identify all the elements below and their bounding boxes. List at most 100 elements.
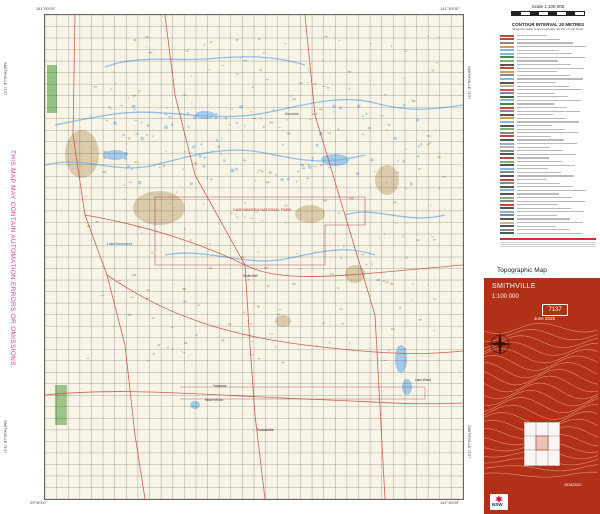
dune-mark bbox=[433, 238, 436, 241]
map-sheet: THIS MAP MAY CONTAIN AUTOMATION ERRORS O… bbox=[0, 0, 600, 514]
dune-mark bbox=[431, 69, 434, 72]
legend-text-line bbox=[517, 222, 583, 224]
claypan bbox=[280, 178, 284, 182]
dune-mark bbox=[275, 174, 277, 177]
dune-mark bbox=[239, 266, 243, 268]
dune-mark bbox=[302, 167, 306, 170]
dune-mark bbox=[350, 197, 354, 200]
dune-mark bbox=[221, 64, 225, 66]
claypan bbox=[220, 137, 223, 140]
dune-mark bbox=[391, 328, 395, 331]
claypan bbox=[104, 150, 107, 153]
legend-text-line bbox=[517, 128, 565, 130]
claypan bbox=[214, 115, 218, 119]
dune-mark bbox=[329, 273, 334, 275]
label-kooroolia: Kooroolia bbox=[285, 112, 299, 116]
corner-label-top-left: 141°00'00" bbox=[36, 6, 56, 11]
dune-mark bbox=[411, 100, 416, 102]
dune-mark bbox=[170, 326, 174, 328]
dune-mark bbox=[86, 357, 90, 359]
dune-mark bbox=[265, 181, 270, 184]
dune-mark bbox=[269, 121, 274, 124]
claypan bbox=[235, 167, 238, 171]
legend-text-line bbox=[517, 214, 557, 217]
legend-swatch bbox=[500, 131, 514, 134]
legend-text-line bbox=[517, 218, 570, 220]
legend-text-line bbox=[517, 164, 575, 166]
claypan bbox=[338, 106, 342, 110]
claypan bbox=[113, 120, 117, 125]
legend-text-line bbox=[517, 53, 572, 55]
corner-label-top-right: 141°30'00" bbox=[440, 6, 460, 11]
legend-text-line bbox=[517, 229, 569, 231]
claypan bbox=[186, 112, 190, 116]
dune-mark bbox=[250, 341, 254, 343]
dune-mark bbox=[184, 151, 187, 153]
dune-mark bbox=[127, 97, 130, 99]
legend-text-line bbox=[517, 103, 554, 105]
legend-swatch bbox=[500, 95, 514, 98]
legend-text-line bbox=[517, 143, 577, 145]
dune-mark bbox=[324, 36, 327, 38]
legend-text-line bbox=[517, 121, 579, 123]
dune-mark bbox=[122, 184, 126, 186]
claypan bbox=[385, 181, 388, 184]
dune-mark bbox=[426, 135, 431, 137]
dune-mark bbox=[157, 209, 159, 210]
label-packsaddle: Packsaddle bbox=[257, 428, 274, 432]
legend-text-line bbox=[517, 45, 586, 48]
legend-swatch bbox=[500, 106, 514, 109]
dune-mark bbox=[412, 283, 414, 285]
dune-mark bbox=[295, 180, 298, 183]
label-smithville: Smithville bbox=[243, 274, 257, 278]
dune-mark bbox=[152, 352, 155, 355]
legend-text-line bbox=[517, 182, 560, 184]
legend-swatch bbox=[500, 38, 514, 41]
lake bbox=[195, 111, 215, 119]
lake bbox=[321, 154, 349, 166]
dune-mark bbox=[146, 289, 150, 291]
dune-mark bbox=[92, 147, 94, 149]
map-body[interactable]: CAROWARRA NATIONAL PARK Lake Bancannia S… bbox=[44, 14, 464, 500]
dune-mark bbox=[405, 188, 408, 190]
dune-mark bbox=[242, 311, 246, 313]
dune-mark bbox=[249, 217, 253, 219]
automation-warning-text: THIS MAP MAY CONTAIN AUTOMATION ERRORS O… bbox=[9, 150, 16, 368]
dune-mark bbox=[278, 309, 282, 311]
dune-mark bbox=[313, 165, 317, 167]
legend-text-line bbox=[517, 200, 585, 202]
sand-patch bbox=[65, 130, 99, 178]
dune-mark bbox=[112, 71, 114, 72]
legend-swatch bbox=[500, 149, 514, 152]
claypan bbox=[127, 164, 131, 169]
legend-swatch bbox=[500, 81, 514, 84]
legend-swatch bbox=[500, 189, 514, 192]
claypan bbox=[365, 112, 368, 116]
dune-mark bbox=[349, 342, 351, 345]
dune-mark bbox=[365, 263, 368, 266]
dune-mark bbox=[321, 323, 324, 325]
claypan bbox=[140, 136, 145, 141]
dune-mark bbox=[204, 44, 206, 46]
dune-mark bbox=[182, 351, 186, 353]
dune-mark bbox=[148, 51, 153, 54]
map-canvas[interactable]: CAROWARRA NATIONAL PARK Lake Bancannia S… bbox=[45, 15, 463, 499]
dune-mark bbox=[209, 267, 212, 270]
legend-swatch bbox=[500, 146, 514, 149]
claypan bbox=[215, 138, 219, 142]
claypan bbox=[217, 145, 221, 149]
cover-contour-line bbox=[484, 397, 599, 414]
claypan bbox=[242, 135, 245, 137]
claypan bbox=[397, 159, 399, 162]
dune-mark bbox=[230, 108, 233, 110]
dune-mark bbox=[430, 204, 432, 207]
claypan bbox=[122, 133, 126, 137]
legend-swatch bbox=[500, 67, 514, 70]
dune-mark bbox=[130, 296, 134, 298]
dune-mark bbox=[85, 195, 88, 197]
dune-mark bbox=[348, 70, 352, 73]
claypan bbox=[200, 142, 203, 146]
dune-mark bbox=[378, 237, 381, 239]
dune-mark bbox=[191, 102, 193, 105]
cover-contour-line bbox=[484, 368, 599, 386]
